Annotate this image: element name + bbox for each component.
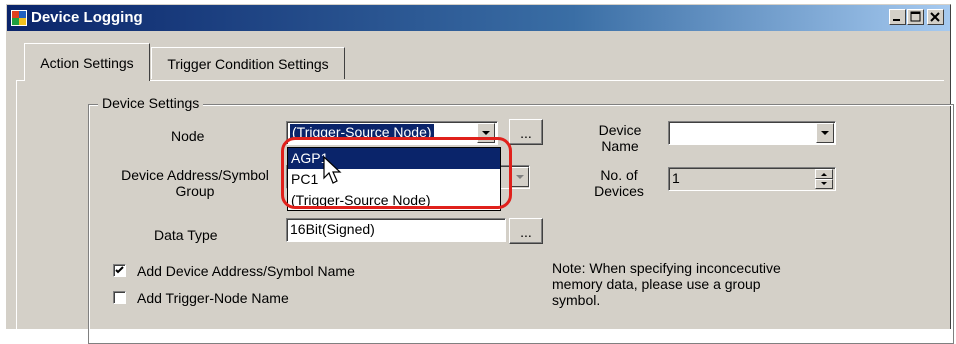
no-devices-label-line1: No. of [600,167,638,183]
no-devices-input[interactable]: 1 [668,167,836,191]
spin-down-button[interactable] [815,179,833,189]
no-devices-label: No. of Devices [578,167,660,199]
tab-label: Action Settings [40,55,134,71]
chevron-up-icon [821,173,827,176]
address-label: Device Address/Symbol Group [100,167,290,199]
add-trigger-label: Add Trigger-Node Name [137,290,289,306]
data-type-input[interactable]: 16Bit(Signed) [286,218,506,242]
no-devices-value: 1 [672,170,680,186]
chevron-down-icon [821,131,829,135]
window-title: Device Logging [31,9,143,26]
spin-up-button[interactable] [815,169,833,179]
data-type-label: Data Type [154,227,218,243]
maximize-button[interactable] [907,9,924,25]
add-trigger-checkbox[interactable] [113,291,126,304]
node-label: Node [171,128,205,144]
mouse-cursor-icon [323,156,342,184]
ellipsis-label: ... [520,125,532,141]
device-name-select[interactable] [668,121,836,145]
no-devices-spinner[interactable] [815,169,833,189]
ellipsis-label: ... [520,224,532,240]
chevron-down-icon [482,131,490,135]
highlight-ring [281,137,512,209]
close-icon [930,12,940,22]
device-name-label-line1: Device [598,122,642,138]
close-button[interactable] [927,9,944,25]
tab-trigger-condition-settings[interactable]: Trigger Condition Settings [151,47,345,79]
device-name-label-line2: Name [601,138,639,154]
add-address-checkbox[interactable] [113,264,126,277]
minimize-icon [893,19,900,21]
node-browse-button[interactable]: ... [509,119,543,145]
tab-action-settings[interactable]: Action Settings [24,43,150,81]
title-bar[interactable]: Device Logging [7,5,950,31]
note-line1: Note: When specifying inconcecutive [552,260,781,276]
address-dropdown-button[interactable] [511,167,529,187]
chevron-down-icon [821,182,827,185]
data-type-browse-button[interactable]: ... [509,218,543,244]
tab-label: Trigger Condition Settings [167,56,329,72]
data-type-value: 16Bit(Signed) [290,221,375,237]
address-label-line2: Group [175,183,215,199]
chevron-down-icon [516,175,524,179]
app-icon [11,10,27,26]
add-address-label: Add Device Address/Symbol Name [137,263,355,279]
group-title: Device Settings [98,95,204,111]
check-icon [115,266,124,274]
device-name-dropdown-button[interactable] [816,123,834,143]
note-line2: memory data, please use a group [552,276,761,292]
address-label-line1: Device Address/Symbol [121,167,269,183]
note-text: Note: When specifying inconcecutive memo… [552,260,781,308]
maximize-icon [910,11,921,22]
no-devices-label-line2: Devices [594,183,644,199]
minimize-button[interactable] [889,9,906,25]
note-line3: symbol. [552,292,601,308]
device-name-label: Device Name [580,122,660,154]
